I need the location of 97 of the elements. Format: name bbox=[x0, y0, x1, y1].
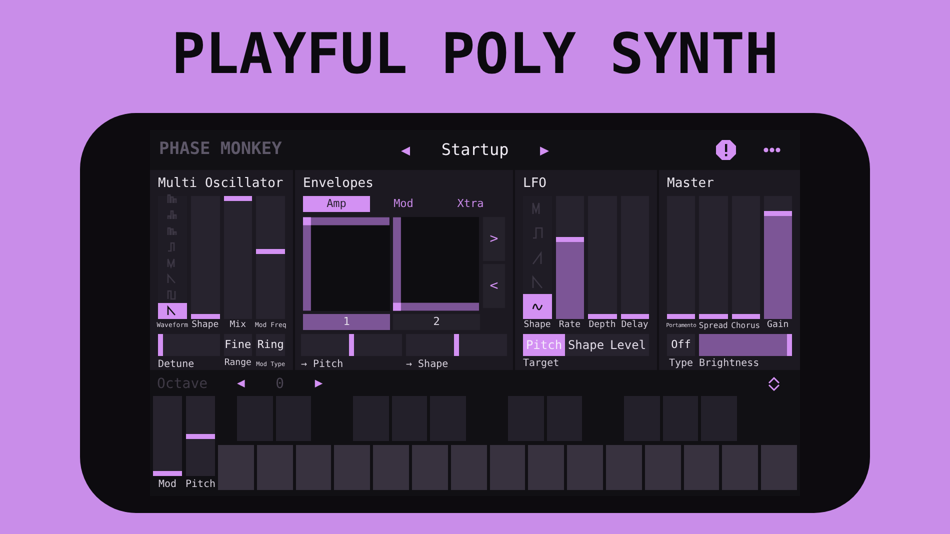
wheel-label: Pitch bbox=[185, 478, 216, 492]
next-envelope-button[interactable]: > bbox=[483, 217, 505, 261]
fader-thumb[interactable] bbox=[190, 314, 220, 319]
control-label: Brightness bbox=[699, 357, 760, 371]
piano-key[interactable] bbox=[296, 445, 332, 490]
waveform-option[interactable] bbox=[523, 294, 552, 319]
envelope-page-tab[interactable]: 2 bbox=[393, 314, 480, 330]
piano-key[interactable] bbox=[567, 445, 603, 490]
piano-key[interactable] bbox=[644, 445, 681, 490]
fader-label: Rate bbox=[558, 319, 581, 332]
piano-key[interactable] bbox=[722, 445, 758, 490]
envelope-graph[interactable] bbox=[392, 217, 479, 311]
fader-thumb[interactable] bbox=[667, 314, 696, 319]
piano-key[interactable] bbox=[761, 445, 797, 490]
fader-thumb[interactable] bbox=[620, 314, 649, 319]
fader[interactable] bbox=[732, 196, 760, 319]
envelope-tab[interactable]: Mod bbox=[370, 196, 437, 212]
control-label: Range bbox=[224, 357, 252, 370]
value-button[interactable]: Off bbox=[667, 334, 695, 356]
fader-thumb[interactable] bbox=[153, 471, 182, 476]
piano-key[interactable] bbox=[606, 445, 642, 490]
fader[interactable] bbox=[190, 196, 220, 319]
fader[interactable] bbox=[256, 196, 285, 319]
waveform-option[interactable] bbox=[158, 303, 187, 319]
waveform-icon bbox=[531, 250, 544, 266]
fader-thumb[interactable] bbox=[256, 249, 285, 254]
control-label: → Shape bbox=[406, 358, 448, 372]
more-icon[interactable] bbox=[763, 147, 781, 153]
fader-label: Shape bbox=[192, 319, 219, 332]
control-label: Type bbox=[668, 357, 694, 371]
panel-title: Envelopes bbox=[303, 175, 374, 193]
value-button[interactable]: Fine bbox=[224, 334, 252, 356]
target-option[interactable]: Shape bbox=[565, 334, 607, 356]
piano-key[interactable] bbox=[373, 445, 409, 490]
fader[interactable] bbox=[620, 196, 649, 319]
wheel-slider[interactable] bbox=[153, 396, 182, 476]
slider-thumb[interactable] bbox=[787, 334, 792, 356]
next-preset-button[interactable]: ▶ bbox=[540, 138, 550, 162]
panel-title: Master bbox=[667, 175, 715, 193]
value-button[interactable]: Ring bbox=[256, 334, 285, 356]
wheel-label: Mod bbox=[158, 478, 177, 492]
target-option[interactable]: Level bbox=[607, 334, 649, 356]
piano-key[interactable] bbox=[490, 445, 526, 490]
fader[interactable] bbox=[699, 196, 728, 319]
fader-label: Depth bbox=[588, 319, 616, 332]
piano-key[interactable] bbox=[256, 445, 293, 490]
slider[interactable] bbox=[158, 334, 220, 356]
piano-key[interactable] bbox=[450, 445, 487, 490]
headline: PLAYFUL POLY SYNTH bbox=[172, 22, 778, 88]
fader-thumb[interactable] bbox=[186, 434, 215, 438]
fader-label: Chorus bbox=[731, 320, 760, 332]
piano-key[interactable] bbox=[334, 445, 370, 490]
fader-thumb[interactable] bbox=[588, 314, 616, 319]
piano-key[interactable] bbox=[412, 445, 448, 490]
fader-label: Mix bbox=[230, 319, 246, 332]
fader-thumb[interactable] bbox=[699, 314, 728, 319]
octave-down-button[interactable]: ◀ bbox=[237, 374, 245, 394]
fader[interactable] bbox=[588, 196, 616, 319]
panel-title: LFO bbox=[523, 175, 548, 193]
control-label: Target bbox=[523, 357, 560, 371]
fader-label: Delay bbox=[621, 319, 648, 332]
waveform-icon bbox=[531, 224, 544, 241]
fader[interactable] bbox=[556, 196, 584, 319]
wheel-slider[interactable] bbox=[186, 396, 215, 476]
fader-label: Spread bbox=[698, 320, 728, 332]
piano-key[interactable] bbox=[528, 445, 564, 490]
preset-name[interactable]: Startup bbox=[410, 138, 540, 162]
fader-thumb[interactable] bbox=[556, 237, 584, 242]
fader-thumb[interactable] bbox=[224, 196, 252, 201]
panel-title: Multi Oscillator bbox=[158, 175, 284, 193]
envelope-tab[interactable]: Amp bbox=[303, 196, 370, 212]
control-label: Detune bbox=[158, 358, 194, 372]
control-label: → Pitch bbox=[301, 358, 344, 372]
fader-thumb[interactable] bbox=[732, 314, 760, 319]
fader-label: Gain bbox=[767, 319, 789, 332]
waveform-icon bbox=[531, 274, 544, 290]
expand-collapse-icon[interactable] bbox=[767, 377, 781, 391]
fader[interactable] bbox=[667, 196, 696, 319]
slider[interactable] bbox=[301, 334, 402, 356]
fader-thumb[interactable] bbox=[764, 211, 792, 216]
octave-value: 0 bbox=[274, 374, 286, 394]
slider-thumb[interactable] bbox=[349, 334, 354, 356]
piano-key[interactable] bbox=[684, 445, 720, 490]
octave-up-button[interactable]: ▶ bbox=[314, 374, 323, 394]
brand-name: PHASE MONKEY bbox=[159, 138, 283, 162]
fader[interactable] bbox=[224, 196, 252, 319]
previous-preset-button[interactable]: ◀ bbox=[401, 138, 410, 162]
warning-icon[interactable] bbox=[715, 139, 737, 161]
slider-thumb[interactable] bbox=[454, 334, 459, 356]
previous-envelope-button[interactable]: < bbox=[483, 264, 505, 308]
envelope-page-tab[interactable]: 1 bbox=[303, 314, 390, 330]
envelope-tab[interactable]: Xtra bbox=[437, 196, 504, 212]
envelope-graph[interactable] bbox=[303, 217, 390, 311]
fader[interactable] bbox=[764, 196, 792, 319]
slider-thumb[interactable] bbox=[158, 334, 163, 356]
slider[interactable] bbox=[406, 334, 507, 356]
fader-label: Shape bbox=[524, 319, 551, 332]
